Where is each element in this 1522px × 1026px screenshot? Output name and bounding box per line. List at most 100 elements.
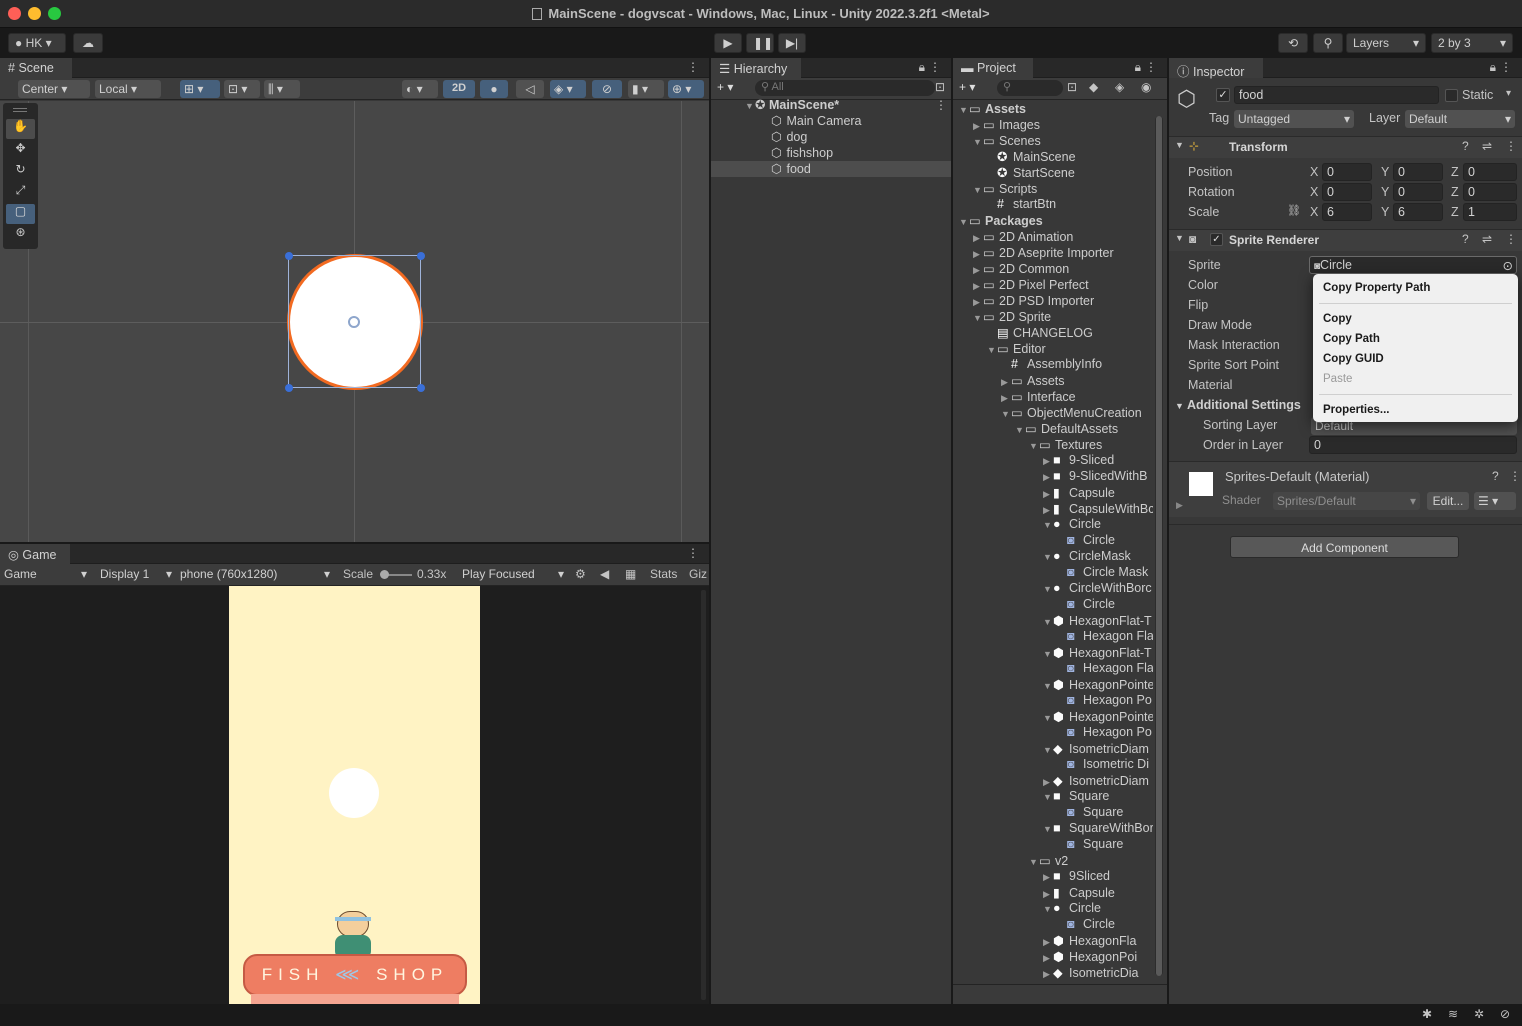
keyboard-icon[interactable]: ▦ [625,567,636,581]
tab-scene[interactable]: # Scene [0,58,72,78]
collapse-arrow-icon[interactable]: ▶ [1043,456,1053,467]
rotation-x-field[interactable]: 0 [1322,183,1372,201]
sprite-object-field[interactable]: ◙Circle ⊙ [1309,256,1517,274]
bug-icon[interactable]: ✱ [1422,1007,1432,1021]
project-tree-item[interactable]: ▶ ▮ Capsule [1043,885,1115,901]
toggle-2d-button[interactable]: 2D [443,80,475,98]
project-tree-item[interactable]: ▼● Circle [1043,517,1101,533]
more-menu-icon[interactable]: ⋮ [1509,469,1521,483]
pivot-dropdown[interactable]: Center ▾ [18,80,90,98]
history-button[interactable]: ⟲ [1278,33,1308,53]
project-tree-item[interactable]: ▼▭ Scenes [973,133,1041,149]
expand-arrow-icon[interactable]: ▼ [1043,713,1053,723]
grid-snap-button[interactable]: ⊞ ▾ [180,80,220,98]
tab-game[interactable]: ◎ Game [0,544,70,564]
component-enabled-checkbox[interactable]: ✓ [1210,233,1223,246]
expand-arrow-icon[interactable]: ▼ [959,217,969,227]
game-viewport[interactable]: FISH ⋘ SHOP [0,586,709,1004]
hierarchy-item-dog[interactable]: ⬡ dog [771,129,807,145]
project-tree-item[interactable]: ◙ Square [1057,837,1123,853]
more-menu-icon[interactable]: ⋮ [1505,232,1517,246]
scrollbar[interactable] [701,590,706,1000]
project-tree-item[interactable]: ▼⬢ HexagonFlat-T [1043,645,1152,661]
project-tree-item[interactable]: ▼■ Square [1043,789,1109,805]
object-name-field[interactable]: food [1234,86,1439,104]
project-tree-item[interactable]: ▶ ▭ 2D PSD Importer [973,293,1094,309]
project-tree-item[interactable]: ▼▭ Editor [987,341,1046,357]
project-tree-item[interactable]: ▼● Circle [1043,901,1101,917]
preset-icon[interactable]: ⇌ [1482,232,1492,246]
increment-snap-button[interactable]: ⫼ ▾ [264,80,300,98]
hidden-packages-icon[interactable]: ◉ [1141,80,1151,94]
search-by-label-icon[interactable]: ◆ [1089,80,1098,94]
collapse-arrow-icon[interactable]: ▶ [1043,937,1053,948]
project-tree-item[interactable]: ▶ ▭ 2D Aseprite Importer [973,245,1114,261]
project-tree-item[interactable]: ▶ ▭ 2D Pixel Perfect [973,277,1089,293]
tab-hierarchy[interactable]: ☰ Hierarchy [711,58,801,78]
project-tree-item[interactable]: ▶ ■ 9Sliced [1043,869,1110,885]
scale-x-field[interactable]: 6 [1322,203,1372,221]
expand-arrow-icon[interactable]: ▼ [1043,681,1053,691]
project-tree-item[interactable]: ▶ ■ 9-Sliced [1043,453,1114,469]
rect-tool-button[interactable]: ▢ [6,204,35,224]
create-dropdown[interactable]: + ▾ [959,80,975,94]
project-tree-item[interactable]: ◙ Circle [1057,597,1115,613]
collapse-arrow-icon[interactable]: ▶ [1043,472,1053,483]
camera-button[interactable]: ▮ ▾ [628,80,664,98]
rect-handle[interactable] [417,252,425,260]
project-tree-item[interactable]: ▼■ SquareWithBor [1043,821,1153,837]
position-y-field[interactable]: 0 [1393,163,1443,181]
cache-server-icon[interactable]: ≋ [1448,1007,1458,1021]
layout-dropdown[interactable]: 2 by 3 ▾ [1431,33,1513,53]
hand-tool-button[interactable]: ✋ [6,119,35,139]
grid-visibility-button[interactable]: ⊡ ▾ [224,80,260,98]
project-tree-item[interactable]: ◙ Circle [1057,533,1115,549]
sprite-renderer-header[interactable]: ▼ ◙ ✓ Sprite Renderer ? ⇌ ⋮ [1169,229,1522,251]
expand-arrow-icon[interactable]: ▼ [1043,552,1053,562]
scene-root-item[interactable]: ▼✪ MainScene* [745,97,945,113]
project-tree-item[interactable]: ◙ Hexagon Fla [1057,629,1153,645]
help-icon[interactable]: ? [1492,469,1499,483]
help-icon[interactable]: ? [1462,232,1469,246]
project-tree-item[interactable]: ▼▭ Textures [1029,437,1102,453]
project-tree-item[interactable]: ▼▭ v2 [1029,853,1068,869]
pause-button[interactable]: ❚❚ [746,33,774,53]
auto-generate-lighting-icon[interactable]: ✲ [1474,1007,1484,1021]
project-scrollbar[interactable] [1155,116,1163,976]
collapse-arrow-icon[interactable]: ▶ [973,233,983,244]
expand-arrow-icon[interactable]: ▼ [1043,745,1053,755]
more-menu-icon[interactable]: ⋮ [1505,139,1517,153]
progress-check-icon[interactable]: ⊘ [1500,1007,1510,1021]
play-button[interactable]: ▶ [714,33,742,53]
expand-arrow-icon[interactable]: ▶ [1176,500,1183,511]
expand-arrow-icon[interactable]: ▼ [973,137,983,147]
project-tree-item[interactable]: ◙ Circle Mask [1057,565,1148,581]
draw-mode-button[interactable]: ◐ ▾ [402,80,438,98]
collapse-arrow-icon[interactable]: ▶ [1043,953,1053,964]
project-tree-item[interactable]: ▶ ▭ 2D Animation [973,229,1073,245]
tab-project[interactable]: ▬ Project [953,58,1033,78]
expand-arrow-icon[interactable]: ▼ [1043,617,1053,627]
collapse-arrow-icon[interactable]: ▶ [973,121,983,132]
project-tree-item[interactable]: ✪ StartScene [987,165,1075,181]
project-search-input[interactable]: ⚲ [997,80,1063,96]
expand-arrow-icon[interactable]: ▼ [1015,425,1025,435]
project-tree-item[interactable]: ▶ ▭ 2D Common [973,261,1069,277]
more-menu-icon[interactable]: ⋮ [935,98,947,112]
more-menu-icon[interactable]: ⋮ [1145,60,1157,74]
expand-arrow-icon[interactable]: ▼ [1029,441,1039,451]
rotation-z-field[interactable]: 0 [1463,183,1517,201]
project-tree-item[interactable]: ▤ CHANGELOG [987,325,1093,341]
resolution-dropdown[interactable]: phone (760x1280) ▾ [180,567,332,581]
layer-dropdown[interactable]: Default ▾ [1405,110,1515,128]
project-tree-item[interactable]: ◙ Hexagon Fla [1057,661,1153,677]
project-tree-item[interactable]: ▼● CircleWithBorc [1043,581,1152,597]
rect-handle[interactable] [285,252,293,260]
collapse-arrow-icon[interactable]: ▶ [1001,393,1011,404]
constrain-proportions-icon[interactable]: ⛓ [1287,204,1301,217]
step-button[interactable]: ▶| [778,33,806,53]
menu-item-properties[interactable]: Properties... [1323,404,1389,416]
more-menu-icon[interactable]: ⋮ [687,60,699,74]
expand-arrow-icon[interactable]: ▼ [1043,792,1053,802]
menu-item-copy[interactable]: Copy [1323,313,1352,325]
